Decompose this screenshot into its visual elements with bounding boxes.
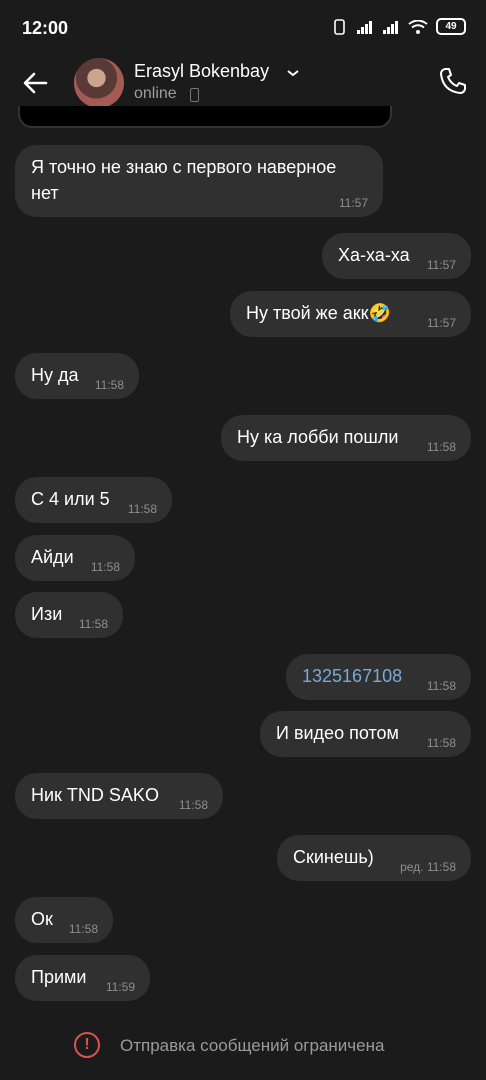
message-incoming[interactable]: Изи 11:58	[15, 592, 123, 638]
contact-name[interactable]: Erasyl Bokenbay	[134, 61, 269, 82]
screen-rotate-icon	[334, 18, 345, 35]
message-text: Ник TND SAKO	[31, 785, 159, 805]
message-time: 11:58	[78, 617, 108, 631]
signal-icon-2	[383, 20, 398, 34]
message-text: С 4 или 5	[31, 489, 110, 509]
message-time: 11:59	[105, 980, 135, 994]
message-time: 11:58	[94, 378, 124, 392]
message-text: Прими	[31, 967, 87, 987]
signal-icon	[357, 20, 372, 34]
messaging-restricted-bar: ! Отправка сообщений ограничена	[0, 1022, 486, 1080]
phone-call-icon[interactable]	[438, 66, 468, 96]
message-text: Ха-ха-ха	[338, 245, 410, 265]
message-time: 11:58	[426, 736, 456, 750]
phone-number-link[interactable]: 1325167108	[302, 666, 402, 686]
chat-header: Erasyl Bokenbay online	[0, 54, 486, 112]
message-time: 11:58	[127, 502, 157, 516]
message-time: 11:58	[68, 922, 98, 936]
media-message-edge[interactable]	[18, 106, 392, 128]
message-outgoing[interactable]: И видео потом 11:58	[260, 711, 471, 757]
message-outgoing[interactable]: Ха-ха-ха 11:57	[322, 233, 471, 279]
battery-icon: 49	[436, 18, 466, 35]
message-time: ред. 11:58	[400, 860, 456, 874]
message-text: Скинешь)	[293, 847, 374, 867]
message-outgoing[interactable]: 1325167108 11:58	[286, 654, 471, 700]
back-arrow-icon[interactable]	[20, 68, 50, 98]
status-time: 12:00	[22, 18, 69, 38]
message-incoming[interactable]: Ну да 11:58	[15, 353, 139, 399]
message-time: 11:58	[426, 440, 456, 454]
wifi-icon	[408, 19, 428, 34]
message-outgoing[interactable]: Скинешь) ред. 11:58	[277, 835, 471, 881]
message-text: Ну твой же акк🤣	[246, 303, 391, 323]
message-incoming[interactable]: С 4 или 5 11:58	[15, 477, 172, 523]
message-incoming[interactable]: Я точно не знаю с первого наверное нет 1…	[15, 145, 383, 217]
message-time: 11:58	[178, 798, 208, 812]
message-text: Я точно не знаю с первого наверное нет	[31, 157, 337, 203]
message-outgoing[interactable]: Ну твой же акк🤣 11:57	[230, 291, 471, 337]
message-text: И видео потом	[276, 723, 399, 743]
message-text: Изи	[31, 604, 63, 624]
message-time: 11:58	[426, 679, 456, 693]
chevron-down-icon[interactable]	[286, 68, 300, 78]
message-time: 11:58	[90, 560, 120, 574]
warning-icon: !	[74, 1032, 100, 1058]
status-icons: 49	[332, 18, 466, 35]
contact-status: online	[134, 85, 177, 102]
status-bar: 12:00 49	[0, 0, 486, 54]
message-time: 11:57	[426, 316, 456, 330]
message-time: 11:57	[426, 258, 456, 272]
message-incoming[interactable]: Айди 11:58	[15, 535, 135, 581]
message-text: Айди	[31, 547, 74, 567]
message-outgoing[interactable]: Ну ка лобби пошли 11:58	[221, 415, 471, 461]
message-time: 11:57	[338, 196, 368, 210]
message-text: Ну ка лобби пошли	[237, 427, 399, 447]
message-incoming[interactable]: Прими 11:59	[15, 955, 150, 1001]
restriction-notice: Отправка сообщений ограничена	[120, 1036, 385, 1055]
message-incoming[interactable]: Ок 11:58	[15, 897, 113, 943]
avatar[interactable]	[74, 58, 124, 108]
message-incoming[interactable]: Ник TND SAKO 11:58	[15, 773, 223, 819]
message-text: Ок	[31, 909, 53, 929]
mobile-device-icon	[190, 88, 199, 102]
message-text: Ну да	[31, 365, 79, 385]
